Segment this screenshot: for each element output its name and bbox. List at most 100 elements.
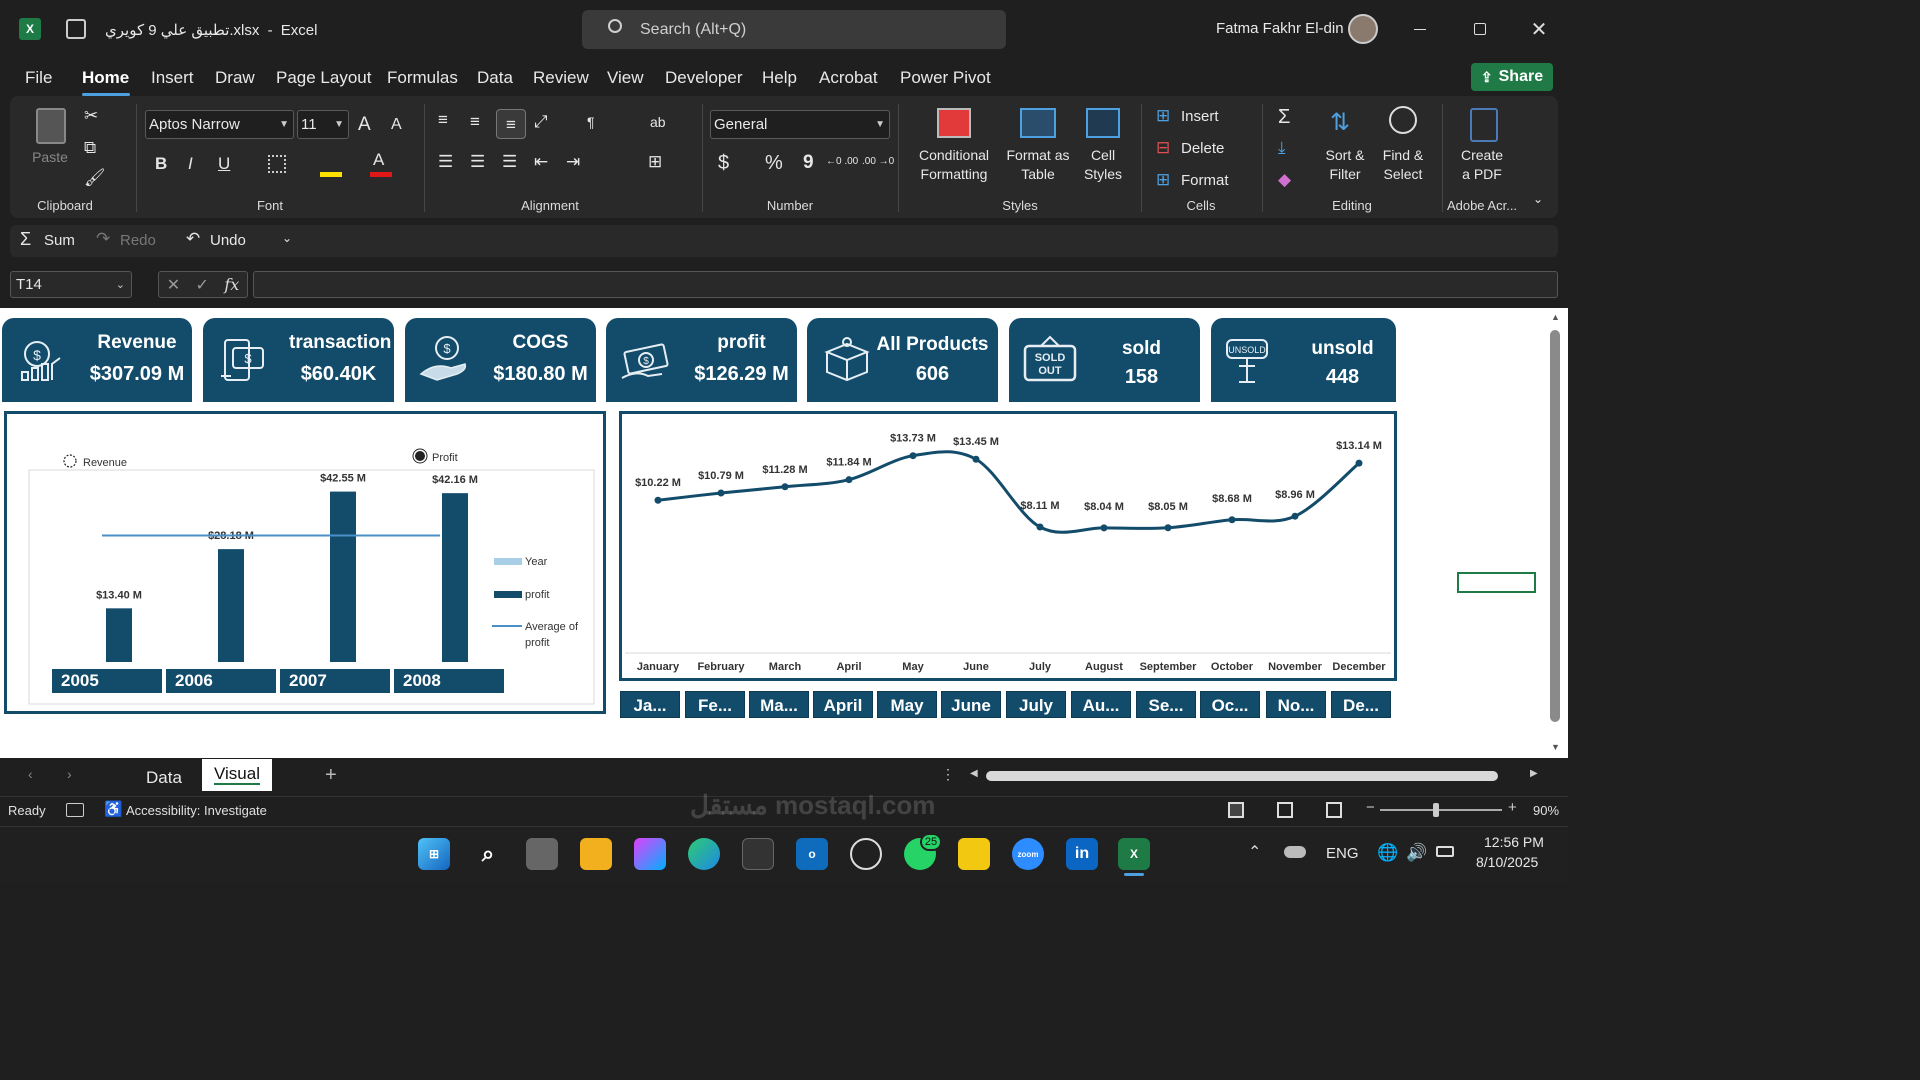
- clock-time[interactable]: 12:56 PM: [1484, 834, 1544, 850]
- month-slicer-item[interactable]: June: [941, 691, 1001, 718]
- sheet-tab-visual[interactable]: Visual: [202, 759, 272, 791]
- format-cells-icon[interactable]: ⊞: [1156, 170, 1170, 190]
- point-april[interactable]: [845, 476, 853, 484]
- file-explorer-icon[interactable]: [580, 838, 612, 870]
- normal-view-icon[interactable]: [1228, 802, 1244, 818]
- year-slicer-2007[interactable]: 2007: [280, 669, 390, 693]
- clear-icon[interactable]: ◆: [1278, 170, 1291, 190]
- scroll-up-icon[interactable]: ▲: [1551, 312, 1560, 322]
- menu-view[interactable]: View: [607, 68, 644, 88]
- add-sheet-icon[interactable]: +: [325, 764, 337, 787]
- align-center-icon[interactable]: ☰: [470, 152, 485, 172]
- month-slicer-item[interactable]: No...: [1266, 691, 1326, 718]
- percent-button[interactable]: %: [765, 152, 783, 175]
- menu-data[interactable]: Data: [477, 68, 513, 88]
- horizontal-scrollbar[interactable]: ◀ ▶: [968, 768, 1542, 784]
- year-slicer-2006[interactable]: 2006: [166, 669, 276, 693]
- autosum-icon[interactable]: Σ: [1278, 106, 1290, 129]
- minimize-icon[interactable]: [1414, 29, 1426, 30]
- task-view-icon[interactable]: [526, 838, 558, 870]
- autosave-icon[interactable]: [66, 19, 86, 39]
- font-color-button[interactable]: A: [373, 150, 384, 170]
- format-painter-icon[interactable]: 🖌: [84, 168, 106, 188]
- paste-button[interactable]: Paste: [30, 148, 70, 167]
- wrap-text-icon[interactable]: ab: [650, 114, 666, 130]
- windows-start-icon[interactable]: ⊞: [418, 838, 450, 870]
- month-slicer-item[interactable]: Se...: [1136, 691, 1196, 718]
- delete-cells-button[interactable]: Delete: [1181, 140, 1224, 157]
- increase-decimal-button[interactable]: ←0 .00: [826, 156, 858, 167]
- excel-taskbar-icon[interactable]: X: [1118, 838, 1150, 870]
- month-slicer-item[interactable]: Fe...: [685, 691, 745, 718]
- collapse-ribbon-icon[interactable]: ⌄: [1533, 192, 1543, 206]
- language-indicator[interactable]: ENG: [1326, 845, 1359, 862]
- outlook-icon[interactable]: o: [796, 838, 828, 870]
- paste-icon[interactable]: [36, 108, 66, 144]
- menu-formulas[interactable]: Formulas: [387, 68, 458, 88]
- next-sheet-icon[interactable]: ›: [67, 766, 72, 782]
- bar-2008[interactable]: [442, 493, 468, 662]
- point-september[interactable]: [1164, 524, 1172, 532]
- battery-icon[interactable]: [1436, 846, 1454, 857]
- name-box[interactable]: T14 ⌄: [10, 271, 132, 298]
- insert-function-button[interactable]: fx: [224, 275, 239, 294]
- accessibility-status[interactable]: Accessibility: Investigate: [126, 803, 267, 818]
- onedrive-icon[interactable]: [1284, 846, 1306, 858]
- zoom-level[interactable]: 90%: [1533, 803, 1559, 818]
- cell-styles-icon[interactable]: [1086, 108, 1120, 138]
- user-name[interactable]: Fatma Fakhr El-din: [1216, 20, 1344, 37]
- menu-power-pivot[interactable]: Power Pivot: [900, 68, 991, 88]
- monthly-revenue-chart[interactable]: $10.22 M January $10.79 M February $11.28 M M…: [619, 411, 1397, 681]
- format-as-table-button[interactable]: Format as Table: [1000, 146, 1076, 184]
- close-icon[interactable]: ✕: [1529, 18, 1549, 41]
- share-button[interactable]: ⇪ Share: [1471, 63, 1553, 91]
- more-options-icon[interactable]: ⋮: [941, 766, 955, 783]
- point-july[interactable]: [1036, 523, 1044, 531]
- volume-icon[interactable]: 🔊: [1406, 843, 1427, 863]
- zoom-icon[interactable]: zoom: [1012, 838, 1044, 870]
- point-june[interactable]: [972, 455, 980, 463]
- sum-button[interactable]: Sum: [44, 232, 75, 249]
- zoom-slider[interactable]: [1380, 803, 1502, 817]
- underline-button[interactable]: U: [218, 154, 230, 174]
- point-october[interactable]: [1228, 516, 1236, 524]
- search-taskbar-icon[interactable]: ⌕: [472, 838, 504, 870]
- find-select-icon[interactable]: [1389, 106, 1417, 134]
- point-february[interactable]: [717, 489, 725, 497]
- selected-cell[interactable]: [1457, 572, 1536, 593]
- year-slicer-2005[interactable]: 2005: [52, 669, 162, 693]
- month-slicer-item[interactable]: Ma...: [749, 691, 809, 718]
- cut-icon[interactable]: ✂: [84, 106, 98, 126]
- page-layout-icon[interactable]: [1277, 802, 1293, 818]
- currency-button[interactable]: $: [718, 152, 729, 175]
- font-size-select[interactable]: 11 ▼: [297, 110, 349, 139]
- copy-icon[interactable]: ⧉: [84, 138, 96, 158]
- linkedin-icon[interactable]: in: [1066, 838, 1098, 870]
- page-break-icon[interactable]: [1326, 802, 1342, 818]
- zoom-thumb[interactable]: [1433, 803, 1439, 817]
- scroll-left-icon[interactable]: ◀: [970, 768, 978, 779]
- cancel-icon[interactable]: ✕: [167, 275, 180, 295]
- power-bi-icon[interactable]: [958, 838, 990, 870]
- copilot-icon[interactable]: [634, 838, 666, 870]
- undo-button[interactable]: Undo: [210, 232, 246, 249]
- merge-center-icon[interactable]: ⊞: [648, 152, 662, 172]
- create-pdf-icon[interactable]: [1470, 108, 1498, 142]
- point-january[interactable]: [654, 496, 662, 504]
- menu-help[interactable]: Help: [762, 68, 797, 88]
- worksheet[interactable]: $ Revenue $307.09 M $ transaction $60.40K $ COG…: [0, 308, 1543, 758]
- format-cells-button[interactable]: Format: [1181, 172, 1229, 189]
- menu-home[interactable]: Home: [82, 68, 129, 88]
- customize-qat-icon[interactable]: ⌄: [282, 231, 292, 245]
- sort-filter-icon[interactable]: ⇅: [1330, 108, 1350, 137]
- find-select-button[interactable]: Find & Select: [1376, 146, 1430, 184]
- h-scroll-thumb[interactable]: [986, 771, 1498, 781]
- decrease-indent-icon[interactable]: ⇤: [534, 152, 548, 172]
- network-icon[interactable]: 🌐: [1377, 843, 1398, 863]
- clock-date[interactable]: 8/10/2025: [1476, 854, 1538, 870]
- macro-record-icon[interactable]: [66, 803, 84, 817]
- month-slicer-item[interactable]: July: [1006, 691, 1066, 718]
- prev-sheet-icon[interactable]: ‹: [28, 766, 33, 782]
- point-august[interactable]: [1100, 524, 1108, 532]
- month-slicer-item[interactable]: April: [813, 691, 873, 718]
